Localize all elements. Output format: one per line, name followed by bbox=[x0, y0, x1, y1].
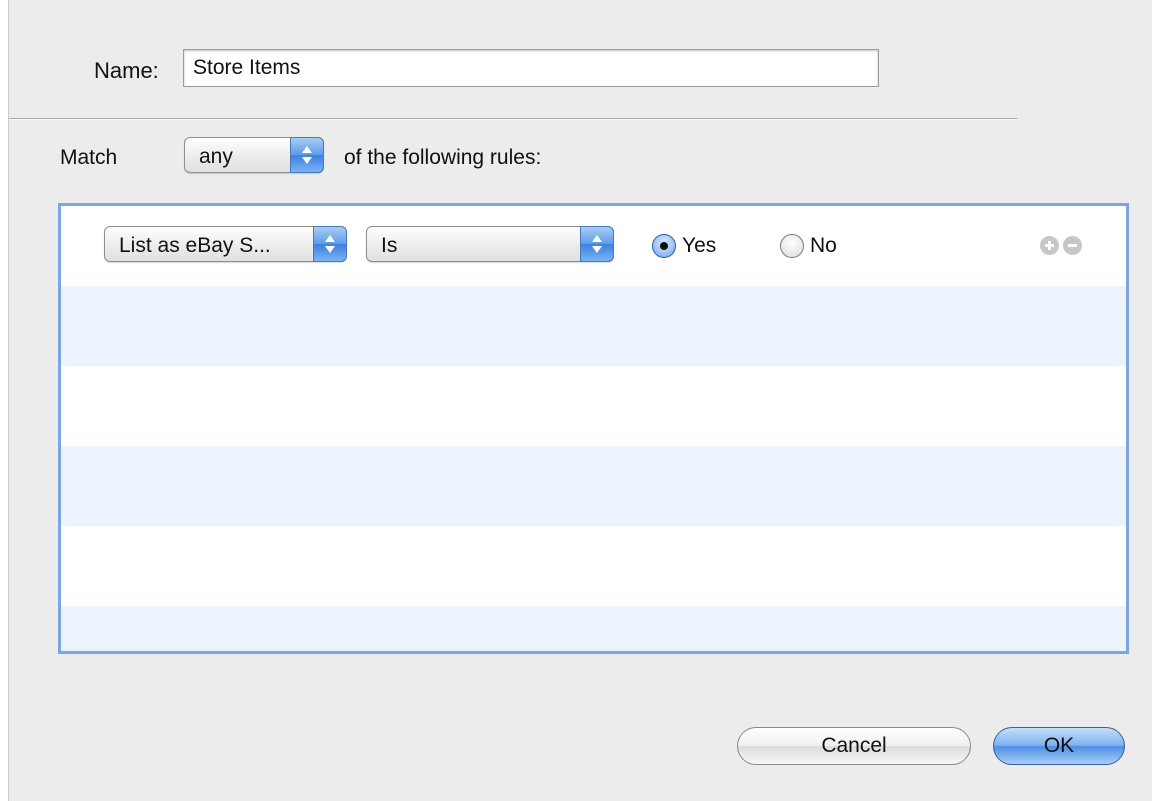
row-stripe bbox=[61, 606, 1126, 651]
rule-operator-value: Is bbox=[381, 234, 398, 257]
rule-operator-popup[interactable]: Is bbox=[366, 226, 614, 262]
up-down-arrows-icon bbox=[313, 226, 347, 262]
match-label: Match bbox=[60, 146, 118, 169]
ok-button[interactable]: OK bbox=[993, 727, 1125, 765]
no-radio-label[interactable]: No bbox=[810, 234, 837, 258]
minus-icon[interactable] bbox=[1063, 236, 1082, 255]
name-field[interactable] bbox=[183, 49, 879, 87]
yes-radio[interactable] bbox=[652, 234, 676, 258]
up-down-arrows-icon bbox=[290, 137, 324, 173]
following-rules-label: of the following rules: bbox=[344, 146, 542, 169]
name-label: Name: bbox=[94, 58, 159, 83]
rules-list: List as eBay S... Is Yes No bbox=[58, 203, 1129, 654]
no-radio[interactable] bbox=[780, 234, 804, 258]
row-stripe bbox=[61, 446, 1126, 526]
rule-field-popup[interactable]: List as eBay S... bbox=[104, 226, 347, 262]
separator bbox=[9, 118, 1017, 120]
up-down-arrows-icon bbox=[580, 226, 614, 262]
match-popup[interactable]: any bbox=[184, 137, 324, 173]
row-stripe bbox=[61, 286, 1126, 366]
smart-list-dialog: Name: Match any of the following rules: … bbox=[8, 0, 1152, 801]
yes-radio-label[interactable]: Yes bbox=[682, 234, 716, 258]
rule-field-value: List as eBay S... bbox=[119, 234, 271, 257]
plus-icon[interactable] bbox=[1040, 236, 1059, 255]
match-popup-value: any bbox=[199, 145, 233, 168]
cancel-button[interactable]: Cancel bbox=[737, 727, 971, 765]
